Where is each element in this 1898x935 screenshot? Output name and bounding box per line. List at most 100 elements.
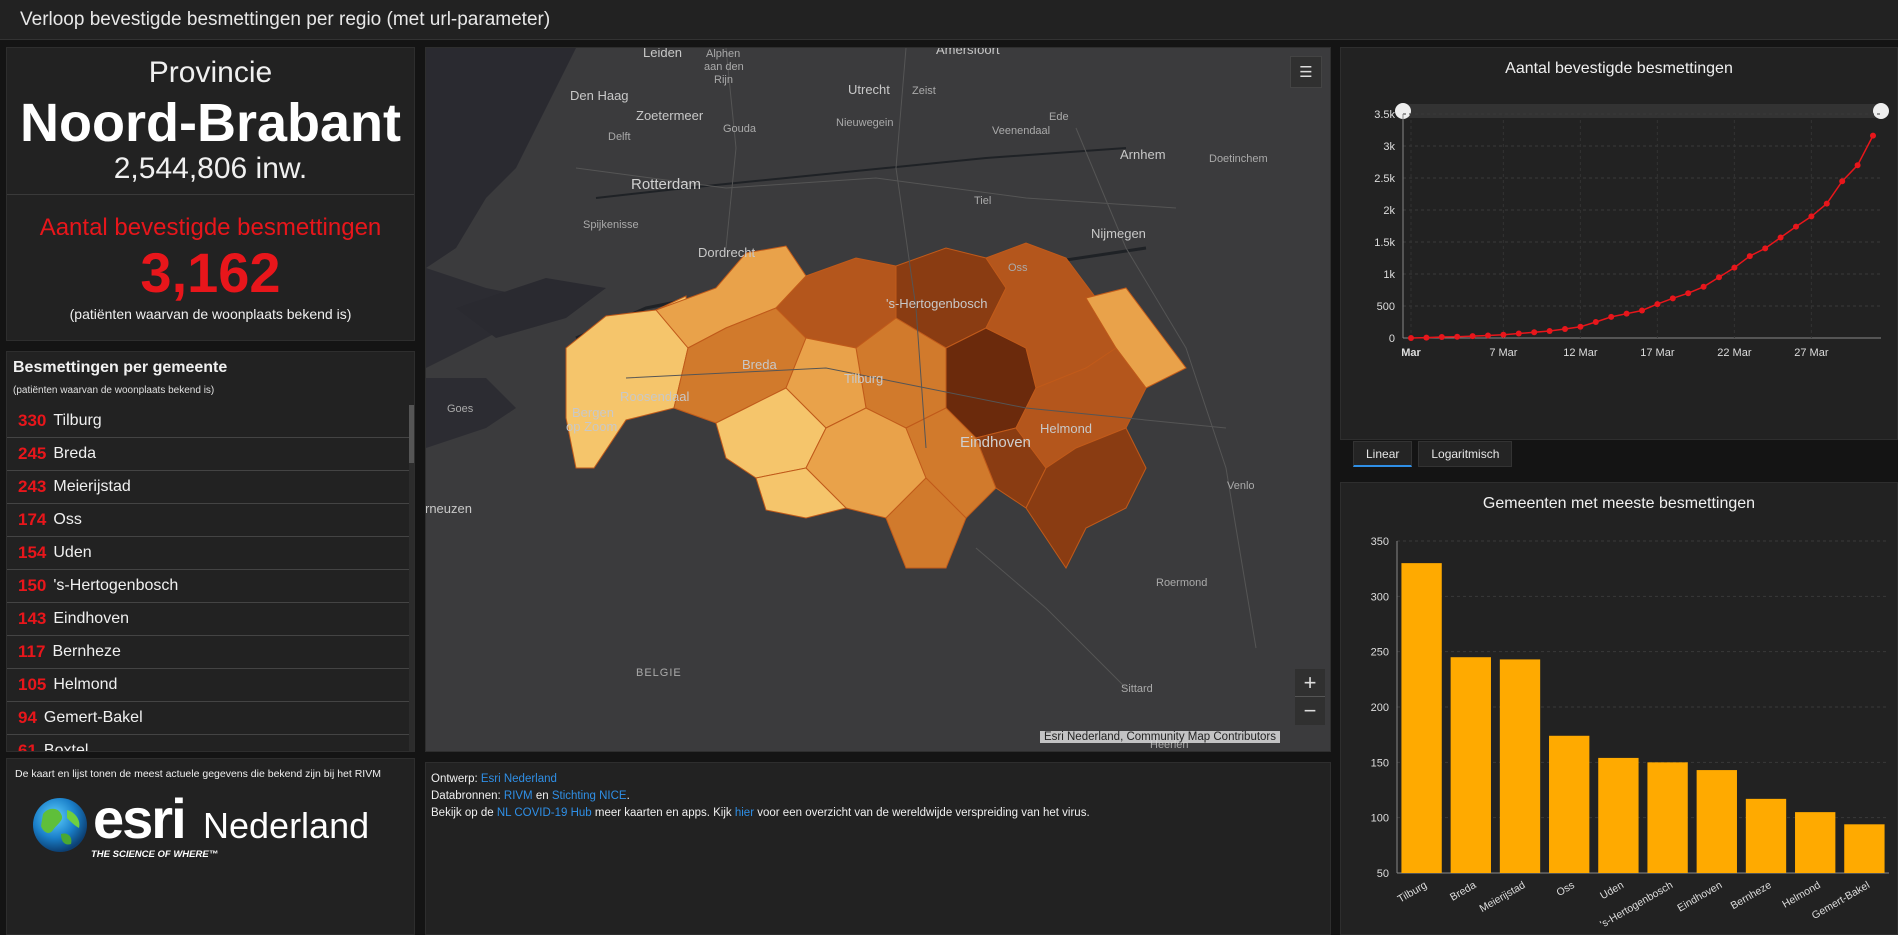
hub-suffix: voor een overzicht van de wereldwijde ve… <box>754 807 1090 819</box>
bar[interactable] <box>1745 798 1787 873</box>
x-tick-label: Mar <box>1401 347 1421 359</box>
data-point[interactable] <box>1823 200 1830 207</box>
tab-logarithmic[interactable]: Logaritmisch <box>1418 441 1513 467</box>
data-point[interactable] <box>1654 301 1661 308</box>
data-point[interactable] <box>1870 132 1876 139</box>
data-point[interactable] <box>1608 313 1615 320</box>
legend-button[interactable]: ☰ <box>1290 56 1322 88</box>
data-point[interactable] <box>1577 323 1584 330</box>
range-slider-handle-right[interactable] <box>1873 103 1889 119</box>
data-point[interactable] <box>1546 327 1553 334</box>
map-canvas[interactable] <box>426 48 1331 752</box>
list-item-name: Helmond <box>53 676 118 693</box>
level-label: Provincie <box>148 56 273 89</box>
source-rivm-link[interactable]: RIVM <box>504 790 533 802</box>
list-item-count: 94 <box>18 708 37 727</box>
list-item[interactable]: 143 Eindhoven <box>7 603 409 636</box>
tab-linear[interactable]: Linear <box>1353 441 1413 467</box>
data-point[interactable] <box>1839 178 1846 185</box>
brand-tagline: THE SCIENCE OF WHERE™ <box>91 849 219 860</box>
cases-label: Aantal bevestigde besmettingen <box>39 214 382 241</box>
list-item[interactable]: 174 Oss <box>7 504 409 537</box>
data-point[interactable] <box>1777 234 1784 241</box>
data-point[interactable] <box>1500 331 1507 338</box>
data-point[interactable] <box>1485 332 1491 339</box>
data-point[interactable] <box>1700 283 1707 290</box>
map-label-op-zoom: op Zoom <box>566 419 618 434</box>
line-chart[interactable]: 0 500 1k 1.5k 2k 2.5k 3k 3.5k Mar 7 Mar 12 Mar 17 M… <box>1341 48 1897 439</box>
list-item-count: 143 <box>18 609 47 628</box>
data-point[interactable] <box>1438 334 1445 341</box>
design-link[interactable]: Esri Nederland <box>481 773 557 785</box>
list-item-name: 's-Hertogenbosch <box>53 577 179 594</box>
y-tick-label: 500 <box>1377 301 1395 313</box>
data-point[interactable] <box>1808 213 1815 220</box>
map-label-oss: Oss <box>1008 262 1028 274</box>
province-choropleth[interactable] <box>565 242 1187 569</box>
data-point[interactable] <box>1639 307 1645 314</box>
data-point[interactable] <box>1623 310 1630 317</box>
zoom-in-button[interactable]: + <box>1295 669 1325 697</box>
list-item[interactable]: 150 's-Hertogenbosch <box>7 570 409 603</box>
data-point[interactable] <box>1762 245 1769 252</box>
x-tick-label: 12 Mar <box>1563 347 1598 359</box>
data-point[interactable] <box>1669 295 1676 302</box>
range-slider-track[interactable] <box>1403 104 1881 118</box>
map-attribution: Esri Nederland, Community Map Contributo… <box>1040 731 1281 743</box>
bar-chart[interactable]: 50 100 150 200 250 300 350 Tilburg Breda Meierijs… <box>1341 483 1897 934</box>
bar[interactable] <box>1844 824 1885 873</box>
list-item[interactable]: 105 Helmond <box>7 669 409 702</box>
list-item[interactable]: 330 Tilburg <box>7 405 409 438</box>
data-point[interactable] <box>1854 162 1861 169</box>
list-item[interactable]: 154 Uden <box>7 537 409 570</box>
map-label-dordrecht: Dordrecht <box>698 245 756 260</box>
list-item-count: 243 <box>18 477 47 496</box>
data-point[interactable] <box>1685 290 1692 297</box>
data-point[interactable] <box>1423 334 1430 341</box>
list-title: Besmettingen per gemeente <box>13 359 228 376</box>
data-point[interactable] <box>1731 264 1738 271</box>
hub-link[interactable]: NL COVID-19 Hub <box>497 807 592 819</box>
map-label-aan-den: aan den <box>704 61 744 73</box>
app-header: Verloop bevestigde besmettingen per regi… <box>0 0 1898 40</box>
bar[interactable] <box>1598 757 1639 873</box>
data-point[interactable] <box>1515 330 1522 337</box>
x-tick-label: 17 Mar <box>1640 347 1675 359</box>
data-point[interactable] <box>1469 333 1476 340</box>
zoom-out-button[interactable]: − <box>1295 697 1325 725</box>
data-point[interactable] <box>1408 335 1414 341</box>
map-label-goes: Goes <box>447 403 474 415</box>
bar[interactable] <box>1499 659 1541 873</box>
source-nice-link[interactable]: Stichting NICE <box>552 790 627 802</box>
list-item[interactable]: 61 Boxtel <box>7 735 409 751</box>
list-item[interactable]: 117 Bernheze <box>7 636 409 669</box>
data-point[interactable] <box>1746 253 1753 260</box>
bar[interactable] <box>1450 657 1491 873</box>
bar[interactable] <box>1549 735 1590 873</box>
map-label-delft: Delft <box>608 131 631 143</box>
data-point[interactable] <box>1592 319 1599 325</box>
bar[interactable] <box>1696 770 1737 873</box>
map-label-tiel: Tiel <box>974 195 992 207</box>
data-point[interactable] <box>1454 333 1461 340</box>
list-item[interactable]: 94 Gemert-Bakel <box>7 702 409 735</box>
list-scrollbar-thumb[interactable] <box>409 405 414 463</box>
y-tick-label: 0 <box>1389 333 1395 345</box>
data-point[interactable] <box>1793 223 1799 230</box>
bar[interactable] <box>1647 762 1688 873</box>
cases-note: (patiënten waarvan de woonplaats bekend … <box>69 306 352 322</box>
bar[interactable] <box>1795 812 1836 873</box>
map-label-roermond: Roermond <box>1156 577 1208 589</box>
data-point[interactable] <box>1531 329 1538 336</box>
map-label-tilburg: Tilburg <box>844 371 884 386</box>
list-item-name: Eindhoven <box>53 610 129 627</box>
bar[interactable] <box>1401 563 1442 873</box>
map-label-eindhoven: Eindhoven <box>960 434 1031 451</box>
province-name: Noord-Brabant <box>20 93 401 153</box>
global-overview-link[interactable]: hier <box>735 807 754 819</box>
data-point[interactable] <box>1716 274 1722 281</box>
list-item[interactable]: 245 Breda <box>7 438 409 471</box>
list-item[interactable]: 243 Meierijstad <box>7 471 409 504</box>
map-view[interactable]: Leiden Alphen aan den Rijn Amersfoort De… <box>425 47 1331 752</box>
data-point[interactable] <box>1562 326 1568 333</box>
